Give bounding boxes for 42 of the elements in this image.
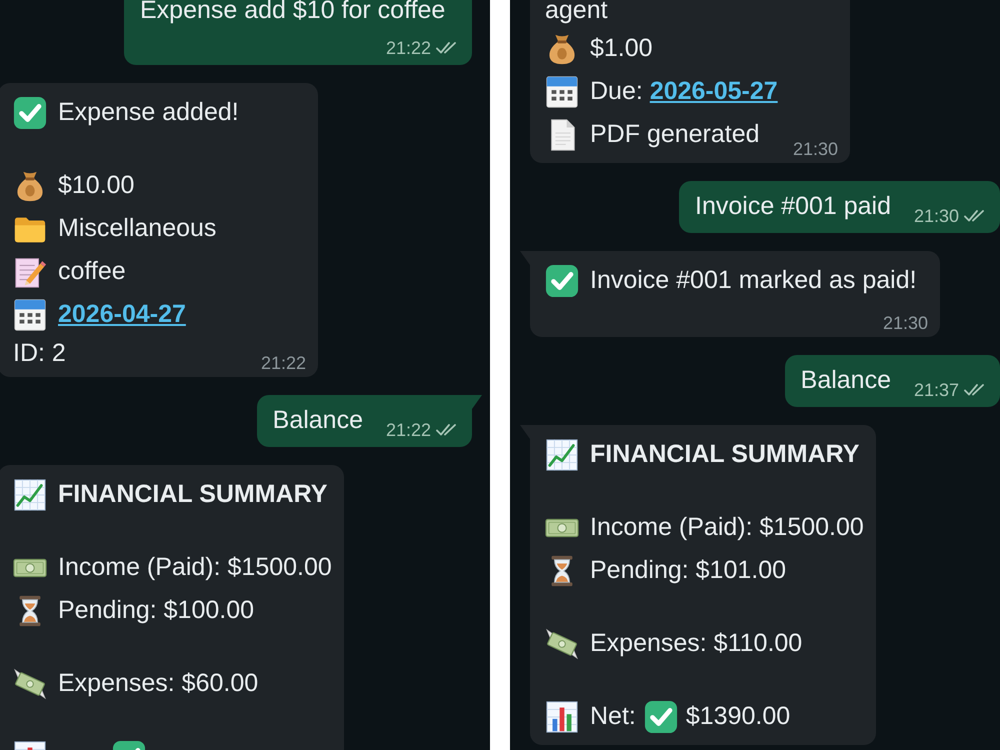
message-text: Pending: $101.00 [590, 556, 786, 584]
message-text: Invoice #001 paid [695, 192, 891, 220]
flying-banknote-icon [545, 627, 579, 662]
net-label: Net: [590, 702, 636, 730]
message-text: coffee [58, 257, 126, 285]
message-text: Miscellaneous [58, 214, 216, 242]
message-time: 21:22 [386, 419, 431, 441]
message-text: Balance [800, 366, 891, 394]
message-text: Balance [272, 406, 363, 434]
line-chart-icon [545, 438, 579, 472]
message-text: $1.00 [590, 34, 653, 62]
message-text: ID: 2 [13, 339, 66, 367]
calendar-icon [13, 298, 47, 332]
message-text: Pending: $100.00 [58, 596, 254, 624]
message-time: 21:37 [914, 379, 959, 401]
line-chart-icon [13, 478, 47, 512]
message-text: Invoice #001 marked as paid! [590, 266, 917, 294]
message-text: $10.00 [58, 171, 134, 199]
bar-chart-icon [545, 700, 579, 734]
message-text: Expense added! [58, 98, 239, 126]
date-link[interactable]: 2026-04-27 [58, 300, 186, 328]
net-amount: $1390.00 [686, 702, 790, 730]
message-text: Income (Paid): $1500.00 [590, 513, 864, 541]
summary-title: FINANCIAL SUMMARY [590, 440, 860, 468]
message-text: PDF generated [590, 120, 760, 148]
date-link[interactable]: 2026-05-27 [650, 77, 778, 105]
check-mark-icon [545, 264, 579, 298]
message-time: 21:30 [914, 205, 959, 227]
due-label: Due: [590, 77, 643, 105]
message-text: Expenses: $110.00 [590, 629, 802, 657]
message-time: 21:30 [882, 312, 928, 334]
flying-banknote-icon [13, 667, 47, 702]
check-mark-icon [644, 700, 678, 734]
message-time: 21:30 [792, 138, 838, 160]
message-text: agent [545, 0, 608, 24]
message-text: Expenses: $60.00 [58, 669, 258, 697]
check-mark-icon [13, 96, 47, 130]
summary-title: FINANCIAL SUMMARY [58, 480, 328, 508]
message-time: 21:22 [260, 352, 306, 374]
message-time: 21:22 [386, 37, 431, 59]
message-text: Income (Paid): $1500.00 [58, 553, 332, 581]
calendar-icon [545, 75, 579, 110]
